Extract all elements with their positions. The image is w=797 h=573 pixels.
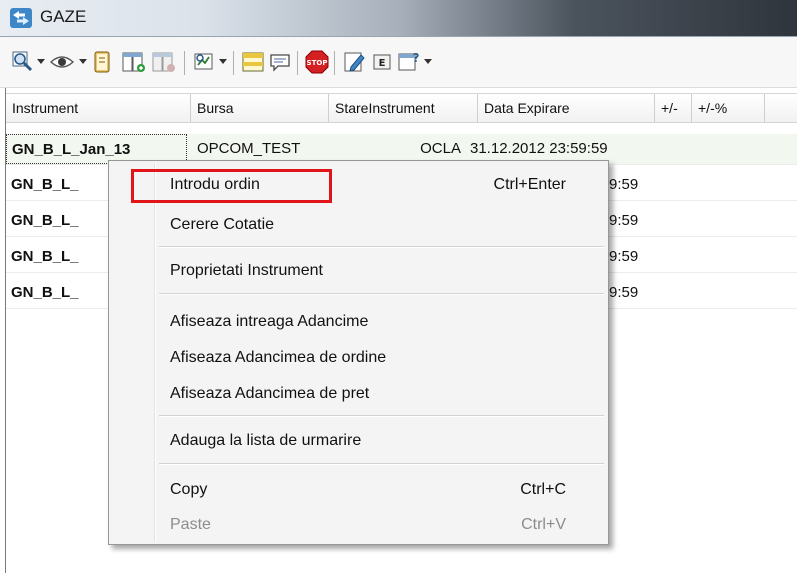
menu-item-adauga-la-lista-de-urmarire[interactable]: Adauga la lista de urmarire <box>111 424 606 458</box>
menu-separator <box>159 463 604 465</box>
column-header-stare-instrument[interactable]: StareInstrument <box>329 94 478 122</box>
menu-item-proprietati-instrument[interactable]: Proprietati Instrument <box>111 254 606 288</box>
menu-item-label: Copy <box>170 481 208 498</box>
grid-header: Instrument Bursa StareInstrument Data Ex… <box>6 93 797 123</box>
toolbar-separator <box>233 51 234 75</box>
cell-data-expirare[interactable]: 9:59 <box>609 242 669 272</box>
svg-text:?: ? <box>413 51 420 65</box>
split-panel-icon[interactable] <box>242 51 264 73</box>
menu-separator <box>159 293 604 295</box>
menu-item-afiseaza-adancimea-de-ordine[interactable]: Afiseaza Adancimea de ordine <box>111 341 606 375</box>
svg-text:STOP: STOP <box>307 59 328 67</box>
column-header-empty <box>765 94 797 122</box>
column-header-bursa[interactable]: Bursa <box>191 94 329 122</box>
chat-icon[interactable] <box>269 51 291 73</box>
menu-item-afiseaza-adancimea-de-pret[interactable]: Afiseaza Adancimea de pret <box>111 377 606 411</box>
svg-text:E: E <box>379 58 386 69</box>
cell-data-expirare[interactable]: 9:59 <box>609 278 669 308</box>
refresh-chart-icon[interactable] <box>193 51 215 73</box>
column-header-plus-minus[interactable]: +/- <box>655 94 692 122</box>
toolbar-separator <box>334 51 335 75</box>
column-remove-icon[interactable] <box>152 51 176 73</box>
menu-item-label: Adauga la lista de urmarire <box>170 432 362 449</box>
help-dropdown-icon[interactable] <box>424 51 432 73</box>
menu-item-label: Afiseaza Adancimea de pret <box>170 385 370 402</box>
menu-item-label: Introdu ordin <box>170 176 260 193</box>
menu-separator <box>159 415 604 417</box>
app-arrows-icon <box>10 8 32 28</box>
toolbar-separator <box>297 51 298 75</box>
menu-item-label: Afiseaza intreaga Adancime <box>170 313 369 330</box>
cell-data-expirare[interactable]: 9:59 <box>609 206 669 236</box>
toolbar-separator <box>184 51 185 75</box>
menu-item-shortcut: Ctrl+Enter <box>493 176 566 193</box>
menu-item-copy[interactable]: Copy Ctrl+C <box>111 473 606 507</box>
column-header-data-expirare[interactable]: Data Expirare <box>478 94 655 122</box>
help-panel-icon[interactable]: ? <box>398 51 422 73</box>
menu-item-paste: Paste Ctrl+V <box>111 508 606 542</box>
menu-item-label: Paste <box>170 516 211 533</box>
stop-icon[interactable]: STOP <box>305 50 329 74</box>
eye-dropdown-icon[interactable] <box>79 51 87 73</box>
book-icon[interactable] <box>92 51 112 73</box>
edit-icon[interactable] <box>343 51 365 73</box>
menu-item-label: Proprietati Instrument <box>170 262 323 279</box>
search-icon[interactable] <box>12 51 34 73</box>
menu-item-shortcut: Ctrl+V <box>521 516 566 533</box>
menu-item-label: Cerere Cotatie <box>170 216 275 233</box>
column-add-icon[interactable] <box>122 51 146 73</box>
window-title: GAZE <box>40 7 87 26</box>
menu-item-shortcut: Ctrl+C <box>520 481 566 498</box>
menu-item-label: Afiseaza Adancimea de ordine <box>170 349 387 366</box>
menu-item-cerere-cotatie[interactable]: Cerere Cotatie <box>111 208 606 242</box>
menu-item-introdu-ordin[interactable]: Introdu ordin Ctrl+Enter <box>111 168 606 202</box>
column-header-plus-minus-percent[interactable]: +/-% <box>692 94 765 122</box>
menu-item-afiseaza-intreaga-adancime[interactable]: Afiseaza intreaga Adancime <box>111 305 606 339</box>
e-badge-icon[interactable]: E <box>372 51 392 73</box>
menu-separator <box>159 246 604 248</box>
eye-icon[interactable] <box>50 51 74 73</box>
column-header-instrument[interactable]: Instrument <box>6 94 191 122</box>
title-bar: GAZE <box>0 0 797 37</box>
cell-data-expirare[interactable]: 9:59 <box>609 170 669 200</box>
refresh-dropdown-icon[interactable] <box>219 51 227 73</box>
toolbar: STOP E ? <box>0 37 797 88</box>
context-menu: Introdu ordin Ctrl+Enter Cerere Cotatie … <box>108 160 609 545</box>
search-dropdown-icon[interactable] <box>37 51 45 73</box>
